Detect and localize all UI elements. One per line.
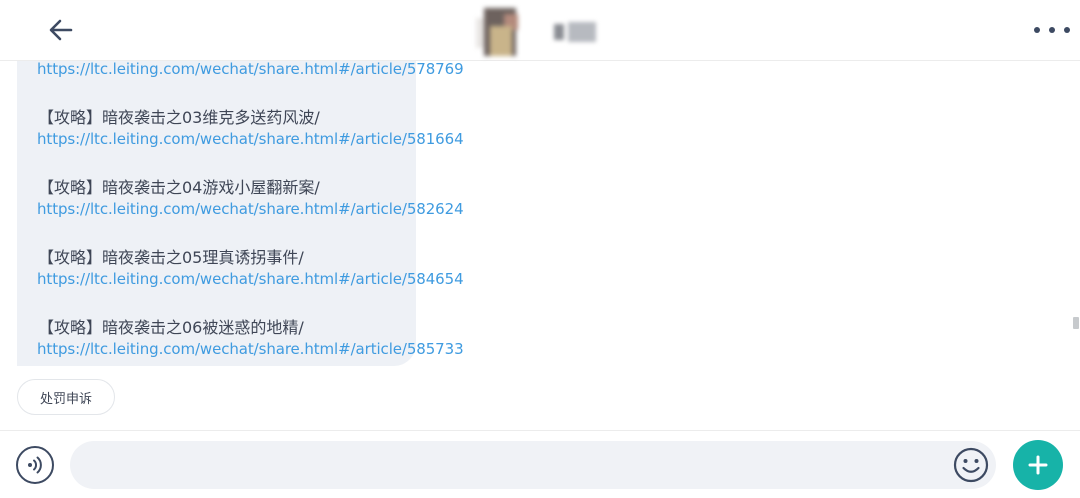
smiley-icon	[953, 447, 989, 483]
voice-button[interactable]	[16, 446, 54, 484]
scrollbar-thumb[interactable]	[1073, 317, 1079, 329]
contact-name-redacted	[554, 22, 598, 42]
voice-icon	[28, 456, 42, 474]
chat-header	[0, 0, 1080, 61]
plus-button[interactable]	[1013, 440, 1063, 490]
article-link[interactable]: https://ltc.leiting.com/wechat/share.htm…	[37, 270, 464, 288]
plus-icon	[1028, 455, 1048, 475]
article-link[interactable]: https://ltc.leiting.com/wechat/share.htm…	[37, 340, 464, 358]
message-list[interactable]: https://ltc.leiting.com/wechat/share.htm…	[0, 60, 1080, 430]
more-dot	[1034, 27, 1040, 33]
more-dot	[1064, 27, 1070, 33]
back-button[interactable]	[44, 14, 78, 46]
arrow-left-icon	[49, 19, 73, 41]
message-input[interactable]	[70, 441, 996, 489]
guide-title: 【攻略】暗夜袭击之04游戏小屋翻新案/	[38, 178, 320, 197]
chat-screen: https://ltc.leiting.com/wechat/share.htm…	[0, 0, 1080, 498]
guide-title: 【攻略】暗夜袭击之06被迷惑的地精/	[38, 318, 304, 337]
avatar	[476, 8, 524, 56]
appeal-quick-reply-button[interactable]: 处罚申诉	[17, 379, 115, 415]
more-dot	[1049, 27, 1055, 33]
guide-title: 【攻略】暗夜袭击之03维克多送药风波/	[38, 108, 320, 127]
contact-info[interactable]	[470, 6, 620, 56]
article-link[interactable]: https://ltc.leiting.com/wechat/share.htm…	[37, 130, 464, 148]
more-button[interactable]	[1034, 20, 1070, 40]
input-bar	[0, 430, 1080, 498]
emoji-button[interactable]	[953, 447, 989, 483]
article-link[interactable]: https://ltc.leiting.com/wechat/share.htm…	[37, 60, 464, 78]
article-link[interactable]: https://ltc.leiting.com/wechat/share.htm…	[37, 200, 464, 218]
guide-title: 【攻略】暗夜袭击之05理真诱拐事件/	[38, 248, 304, 267]
